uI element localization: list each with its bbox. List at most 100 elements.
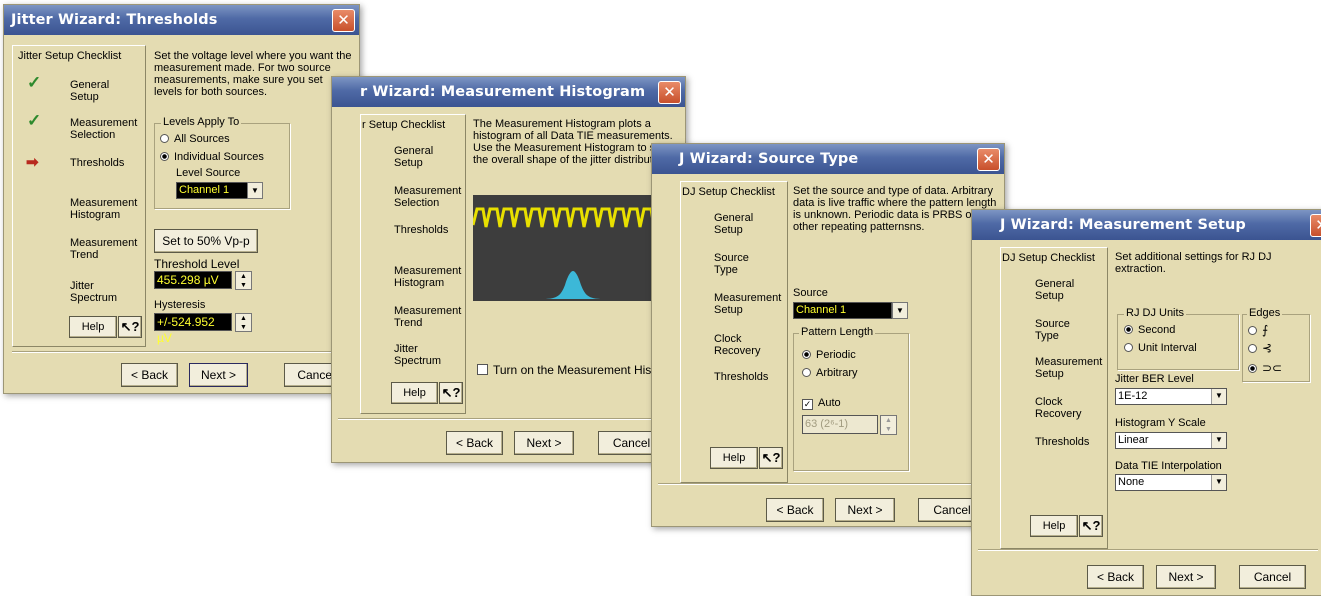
radio-all-sources[interactable]: All Sources	[160, 133, 230, 145]
chevron-down-icon[interactable]: ▼	[892, 302, 908, 319]
checklist-item-measurement-trend[interactable]: Measurement Trend	[70, 237, 137, 261]
next-button[interactable]: Next >	[514, 431, 574, 455]
checklist-item-measurement-setup[interactable]: Measurement Setup	[1035, 356, 1102, 380]
back-button[interactable]: < Back	[766, 498, 824, 522]
back-button[interactable]: < Back	[446, 431, 503, 455]
checklist-item-general-setup[interactable]: General Setup	[70, 79, 109, 103]
auto-checkbox[interactable]: ✓ Auto	[802, 397, 841, 410]
checkmark-icon: ✓	[27, 111, 42, 130]
data-tie-interpolation-select[interactable]: None ▼	[1115, 474, 1227, 491]
checklist-item-general-setup[interactable]: General Setup	[394, 145, 433, 169]
checklist-item-measurement-histogram[interactable]: Measurement Histogram	[394, 265, 461, 289]
hysteresis-field[interactable]: +/-524.952 µV	[154, 313, 232, 345]
help-pointer-icon[interactable]: ↖?	[759, 447, 783, 469]
checklist-item-jitter-spectrum[interactable]: Jitter Spectrum	[394, 343, 441, 367]
data-tie-interpolation-label: Data TIE Interpolation	[1115, 460, 1222, 472]
radio-periodic[interactable]: Periodic	[802, 349, 856, 361]
checkmark-icon: ✓	[27, 73, 42, 92]
histogram-y-scale-select[interactable]: Linear ▼	[1115, 432, 1227, 449]
checklist-item-general-setup[interactable]: General Setup	[1035, 278, 1074, 302]
checklist-item-measurement-setup[interactable]: Measurement Setup	[714, 292, 781, 316]
measurement-histogram-dialog: r Wizard: Measurement Histogram ✕ r Setu…	[331, 76, 686, 463]
next-button[interactable]: Next >	[1156, 565, 1216, 589]
description-text: The Measurement Histogram plots a histog…	[473, 118, 673, 166]
threshold-spinner[interactable]: ▲ ▼	[235, 271, 252, 290]
help-button[interactable]: Help	[69, 316, 117, 338]
dialog-title: Jitter Wizard: Thresholds	[11, 12, 218, 28]
waveform-icon	[473, 207, 672, 299]
histogram-y-scale-label: Histogram Y Scale	[1115, 417, 1206, 429]
title-bar[interactable]: Jitter Wizard: Thresholds ✕	[4, 5, 359, 35]
description-text: Set the voltage level where you want the…	[154, 50, 352, 98]
help-button[interactable]: Help	[1030, 515, 1078, 537]
checklist-item-thresholds[interactable]: Thresholds	[714, 371, 768, 383]
radio-label: Second	[1138, 324, 1176, 336]
set-50-percent-button[interactable]: Set to 50% Vp-p	[154, 229, 258, 253]
checklist-item-clock-recovery[interactable]: Clock Recovery	[714, 333, 760, 357]
group-legend: Levels Apply To	[161, 116, 242, 128]
help-button[interactable]: Help	[710, 447, 758, 469]
level-source-select[interactable]: Channel 1 ▼	[176, 182, 263, 199]
title-bar[interactable]: J Wizard: Measurement Setup ✕	[972, 210, 1321, 240]
checklist-item-measurement-selection[interactable]: Measurement Selection	[394, 185, 461, 209]
checklist-item-jitter-spectrum[interactable]: Jitter Spectrum	[70, 280, 117, 304]
source-label: Source	[793, 287, 828, 299]
close-icon[interactable]: ✕	[977, 148, 1000, 171]
checkbox-label: Auto	[818, 397, 841, 409]
pattern-length-spinner[interactable]: ▲ ▼	[880, 415, 897, 435]
checklist-item-source-type[interactable]: Source Type	[1035, 318, 1070, 342]
next-button[interactable]: Next >	[189, 363, 248, 387]
ber-level-label: Jitter BER Level	[1115, 373, 1194, 385]
checklist-item-measurement-selection[interactable]: Measurement Selection	[70, 117, 137, 141]
histogram-preview	[473, 195, 672, 301]
help-button[interactable]: Help	[391, 382, 438, 404]
checklist-title: DJ Setup Checklist	[682, 186, 775, 198]
checklist-title: DJ Setup Checklist	[1002, 252, 1095, 264]
checklist-item-thresholds[interactable]: Thresholds	[70, 157, 124, 169]
close-icon[interactable]: ✕	[1310, 214, 1321, 237]
select-value: Channel 1	[796, 304, 847, 316]
next-button[interactable]: Next >	[835, 498, 895, 522]
back-button[interactable]: < Back	[121, 363, 178, 387]
right-arrow-icon: ➡	[26, 154, 39, 171]
checklist-item-thresholds[interactable]: Thresholds	[394, 224, 448, 236]
rising-edge-icon[interactable]: ⨍	[1248, 323, 1268, 337]
falling-edge-icon[interactable]: ⊰	[1248, 341, 1272, 355]
back-button[interactable]: < Back	[1087, 565, 1144, 589]
cancel-button[interactable]: Cancel	[1239, 565, 1306, 589]
select-value: Linear	[1118, 434, 1149, 446]
close-icon[interactable]: ✕	[658, 81, 681, 104]
radio-label: All Sources	[174, 133, 230, 145]
description-text: Set the source and type of data. Arbitra…	[793, 185, 997, 233]
radio-label: Arbitrary	[816, 367, 858, 379]
checklist-item-general-setup[interactable]: General Setup	[714, 212, 753, 236]
source-select[interactable]: Channel 1 ▼	[793, 302, 908, 319]
chevron-down-icon[interactable]: ▼	[1211, 433, 1226, 448]
checklist-item-thresholds[interactable]: Thresholds	[1035, 436, 1089, 448]
checklist-item-clock-recovery[interactable]: Clock Recovery	[1035, 396, 1081, 420]
checklist-item-source-type[interactable]: Source Type	[714, 252, 749, 276]
radio-individual-sources[interactable]: Individual Sources	[160, 151, 264, 163]
ber-level-select[interactable]: 1E-12 ▼	[1115, 388, 1227, 405]
radio-second[interactable]: Second	[1124, 324, 1175, 336]
threshold-level-field[interactable]: 455.298 µV	[154, 271, 232, 289]
checklist-item-measurement-trend[interactable]: Measurement Trend	[394, 305, 461, 329]
chevron-down-icon[interactable]: ▼	[1211, 475, 1226, 490]
help-pointer-icon[interactable]: ↖?	[1079, 515, 1103, 537]
title-bar[interactable]: J Wizard: Source Type ✕	[652, 144, 1004, 174]
chevron-down-icon[interactable]: ▼	[1211, 389, 1226, 404]
help-pointer-icon[interactable]: ↖?	[439, 382, 463, 404]
close-icon[interactable]: ✕	[332, 9, 355, 32]
both-edges-icon[interactable]: ⊃⊂	[1248, 361, 1282, 375]
chevron-down-icon[interactable]: ▼	[247, 182, 263, 199]
radio-unit-interval[interactable]: Unit Interval	[1124, 342, 1197, 354]
pattern-length-field[interactable]: 63 (2⁶-1)	[802, 415, 878, 434]
field-value: 63 (2⁶-1)	[805, 418, 849, 430]
radio-label: Unit Interval	[1138, 342, 1197, 354]
radio-arbitrary[interactable]: Arbitrary	[802, 367, 858, 379]
title-bar[interactable]: r Wizard: Measurement Histogram ✕	[332, 77, 685, 107]
select-value: Channel 1	[179, 184, 230, 196]
checklist-item-measurement-histogram[interactable]: Measurement Histogram	[70, 197, 137, 221]
help-pointer-icon[interactable]: ↖?	[118, 316, 142, 338]
hysteresis-spinner[interactable]: ▲ ▼	[235, 313, 252, 332]
